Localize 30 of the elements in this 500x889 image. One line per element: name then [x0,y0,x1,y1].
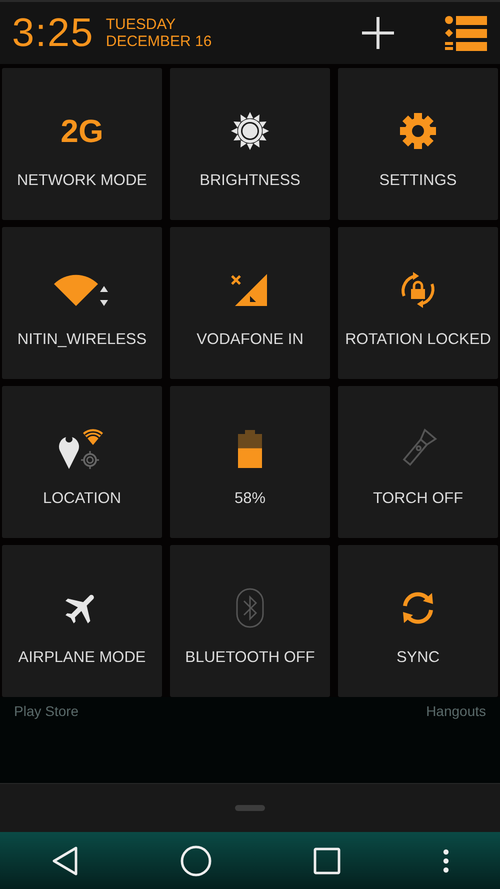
quick-setting-tile[interactable]: TORCH OFF [338,386,498,538]
weekday: TUESDAY [106,16,177,33]
app-label: Hangouts [426,703,486,721]
add-button[interactable] [360,15,396,51]
sun-icon [230,111,270,151]
quick-setting-tile[interactable]: ROTATION LOCKED [338,227,498,379]
quick-setting-tile[interactable]: 2G NETWORK MODE [2,68,162,220]
back-button[interactable] [50,846,78,876]
quick-setting-tile[interactable]: BRIGHTNESS [170,68,330,220]
quick-setting-tile[interactable]: NITIN_WIRELESS [2,227,162,379]
recents-button[interactable] [312,846,340,874]
gear-icon [399,112,437,150]
quick-setting-tile[interactable]: SETTINGS [338,68,498,220]
bluetooth-icon [236,588,264,628]
quick-setting-tile[interactable]: LOCATION [2,386,162,538]
quick-setting-tile[interactable]: AIRPLANE MODE [2,545,162,697]
date: DECEMBER 16 [106,33,212,50]
quick-setting-tile[interactable]: BLUETOOTH OFF [170,545,330,697]
app-label: Play Store [14,703,79,721]
battery-icon [238,430,262,468]
quick-setting-tile[interactable]: VODAFONE IN [170,227,330,379]
quick-setting-tile[interactable]: 58% [170,386,330,538]
cell-signal-icon [230,272,270,308]
list-button[interactable] [444,15,488,51]
more-icon[interactable] [442,848,450,874]
network-mode-icon: 2G [60,112,104,150]
home-button[interactable] [180,844,212,876]
clock-time: 3:25 [12,10,94,56]
quick-setting-tile[interactable]: SYNC [338,545,498,697]
panel-handle[interactable] [0,783,500,832]
